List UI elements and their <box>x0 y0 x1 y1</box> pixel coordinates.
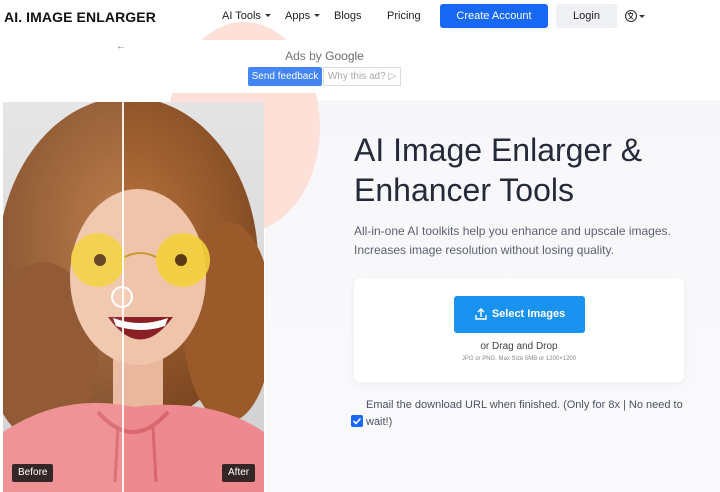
before-label: Before <box>12 464 54 482</box>
why-this-ad-label: Why this ad? <box>327 71 386 82</box>
nav-apps[interactable]: Apps <box>285 10 321 22</box>
nav-ai-tools-label: AI Tools <box>222 10 261 22</box>
upload-icon <box>475 308 487 320</box>
ads-by-label: Ads by <box>285 49 322 63</box>
nav-pricing[interactable]: Pricing <box>387 10 421 22</box>
google-label: Google <box>325 49 364 63</box>
after-label: After <box>222 464 256 482</box>
file-limits-text: JPG or PNG. Max Size 5MB or 1200×1200 <box>461 356 577 362</box>
comparison-slider-handle[interactable] <box>111 286 133 308</box>
page-title: AI Image Enlarger & Enhancer Tools <box>354 130 704 210</box>
site-logo[interactable]: AI. IMAGE ENLARGER <box>4 9 156 25</box>
send-feedback-button[interactable]: Send feedback <box>248 67 322 86</box>
language-selector[interactable] <box>624 9 648 23</box>
create-account-button[interactable]: Create Account <box>440 4 548 28</box>
page-subtitle: All-in-one AI toolkits help you enhance … <box>354 222 704 260</box>
page-title-line-1: AI Image Enlarger & <box>354 132 643 168</box>
ad-banner: ← Ads by Google Send feedback Why this a… <box>113 40 536 93</box>
login-button[interactable]: Login <box>556 4 617 28</box>
nav-ai-tools[interactable]: AI Tools <box>222 10 271 22</box>
page-subtitle-line-2: Increases image resolution without losin… <box>354 243 614 257</box>
nav-blogs[interactable]: Blogs <box>334 10 362 22</box>
page-title-line-2: Enhancer Tools <box>354 172 574 208</box>
portrait-image <box>3 102 264 492</box>
language-icon <box>624 9 638 23</box>
page-subtitle-line-1: All-in-one AI toolkits help you enhance … <box>354 224 671 238</box>
email-option-text: Email the download URL when finished. (O… <box>366 397 696 431</box>
nav-apps-label: Apps <box>285 10 311 22</box>
ads-by-google: Ads by Google <box>113 49 536 63</box>
chevron-down-icon <box>314 14 321 17</box>
why-this-ad-button[interactable]: Why this ad? ▷ <box>323 67 401 86</box>
email-option-line-1: Email the download URL when finished. (O… <box>366 399 683 411</box>
chevron-down-icon <box>639 15 645 18</box>
checkmark-icon <box>352 417 362 425</box>
email-checkbox[interactable] <box>351 415 363 427</box>
upload-card[interactable]: Select Images or Drag and Drop JPG or PN… <box>354 278 684 382</box>
chevron-down-icon <box>264 14 271 17</box>
top-nav: AI. IMAGE ENLARGER AI Tools Apps Blogs P… <box>0 0 720 32</box>
drag-drop-text: or Drag and Drop <box>480 341 558 352</box>
select-images-button[interactable]: Select Images <box>454 296 585 333</box>
play-icon: ▷ <box>388 71 397 82</box>
before-after-comparison[interactable]: Before After <box>3 102 264 492</box>
email-option-line-2: wait!) <box>366 416 393 428</box>
